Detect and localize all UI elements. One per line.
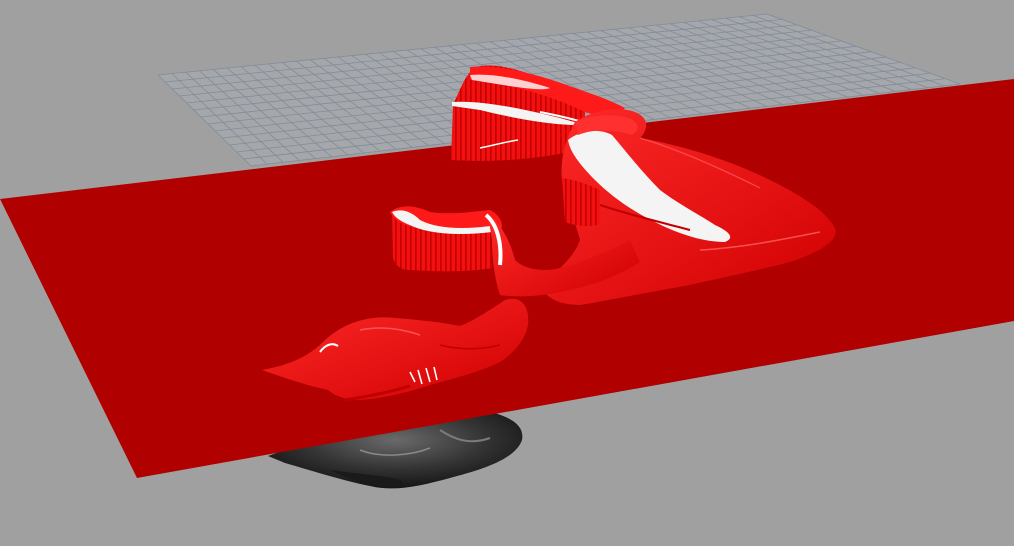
3d-viewport[interactable] [0,0,1014,546]
scene-canvas[interactable] [0,0,1014,546]
